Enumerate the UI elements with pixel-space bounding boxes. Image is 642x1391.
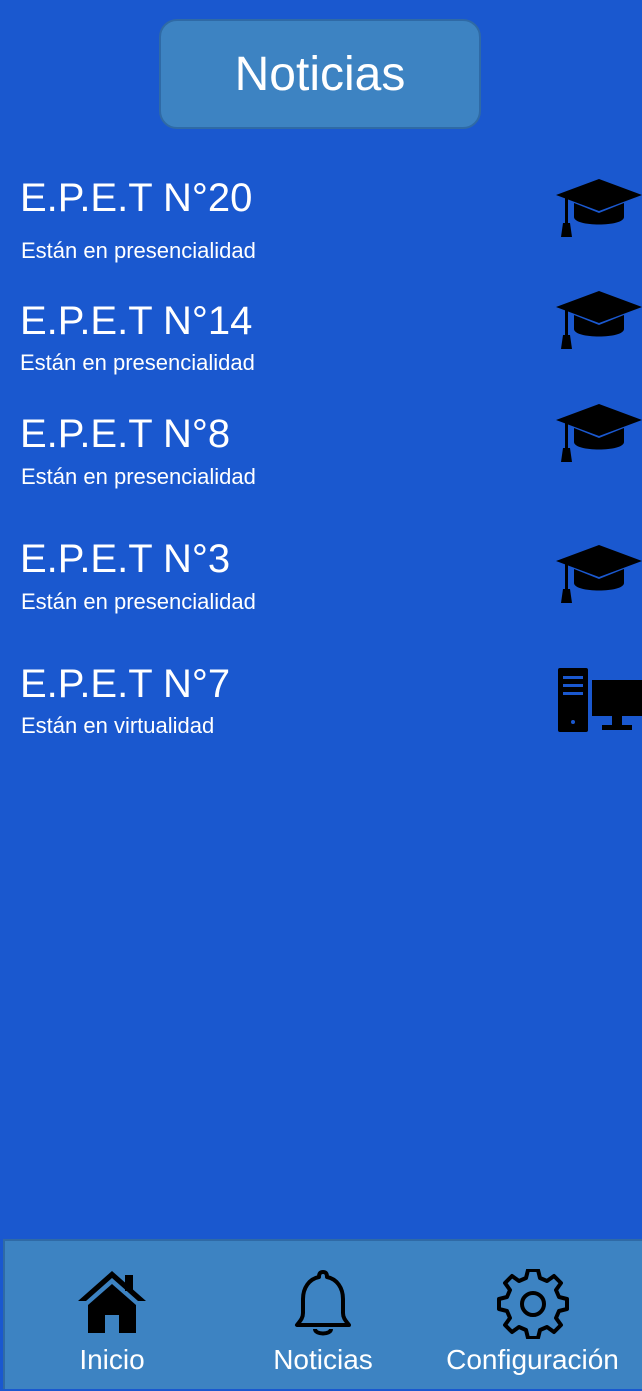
desktop-computer-icon	[558, 668, 642, 732]
nav-item-label: Noticias	[273, 1344, 373, 1375]
nav-item-configuracion[interactable]: Configuración	[435, 1241, 630, 1391]
news-item-subtitle: Están en presencialidad	[21, 464, 256, 489]
news-item-title: E.P.E.T N°7	[20, 662, 231, 706]
nav-item-label: Inicio	[79, 1344, 145, 1375]
news-item-title: E.P.E.T N°8	[20, 412, 231, 456]
news-item-subtitle: Están en presencialidad	[21, 238, 256, 263]
home-icon	[78, 1271, 146, 1333]
nav-item-inicio[interactable]: Inicio	[32, 1241, 192, 1391]
page-title-box: Noticias	[159, 19, 481, 129]
nav-item-label: Configuración	[446, 1344, 619, 1375]
news-item-title: E.P.E.T N°3	[20, 537, 231, 581]
graduation-cap-icon	[556, 404, 642, 462]
bottom-navigation: Inicio Noticias Configuración	[3, 1239, 642, 1389]
graduation-cap-icon	[556, 291, 642, 349]
news-item-epet-3[interactable]: E.P.E.T N°3 Están en presencialidad	[0, 535, 642, 645]
graduation-cap-icon	[556, 179, 642, 237]
news-item-epet-7[interactable]: E.P.E.T N°7 Están en virtualidad	[0, 660, 642, 770]
gear-icon	[496, 1269, 569, 1339]
news-item-epet-20[interactable]: E.P.E.T N°20 Están en presencialidad	[0, 174, 642, 284]
news-item-subtitle: Están en virtualidad	[21, 713, 215, 738]
news-item-epet-14[interactable]: E.P.E.T N°14 Están en presencialidad	[0, 291, 642, 407]
bell-icon	[295, 1270, 351, 1336]
news-item-subtitle: Están en presencialidad	[20, 350, 255, 375]
news-item-epet-8[interactable]: E.P.E.T N°8 Están en presencialidad	[0, 404, 642, 520]
news-item-title: E.P.E.T N°20	[20, 176, 253, 220]
news-item-title: E.P.E.T N°14	[20, 299, 253, 343]
nav-item-noticias[interactable]: Noticias	[243, 1241, 403, 1391]
news-item-subtitle: Están en presencialidad	[21, 589, 256, 614]
graduation-cap-icon	[556, 545, 642, 603]
page-title: Noticias	[234, 47, 406, 101]
